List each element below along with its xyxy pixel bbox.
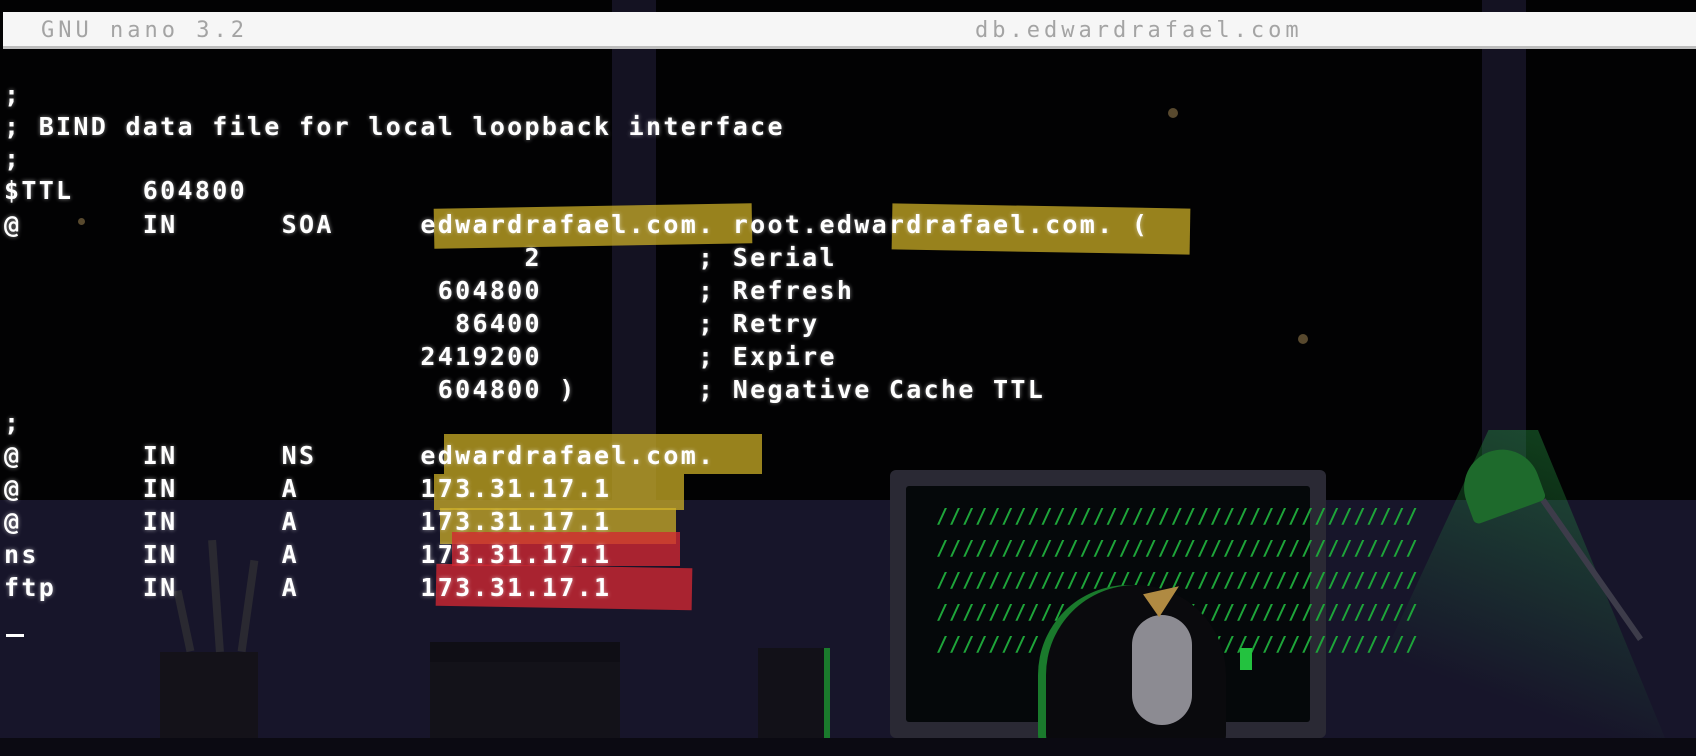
file-line: @ IN NS edwardrafael.com. — [4, 441, 716, 470]
file-line: 604800 ; Refresh — [4, 276, 855, 305]
file-line: ; — [4, 144, 22, 173]
editor-area[interactable]: ; ; BIND data file for local loopback in… — [0, 0, 1696, 756]
file-line: 604800 ) ; Negative Cache TTL — [4, 375, 1046, 404]
file-line: 2419200 ; Expire — [4, 342, 837, 371]
file-line: ; — [4, 80, 22, 109]
file-line: ; — [4, 408, 22, 437]
file-line: ftp IN A 173.31.17.1 — [4, 573, 612, 602]
file-line: $TTL 604800 — [4, 176, 247, 205]
file-line: ; BIND data file for local loopback inte… — [4, 112, 785, 141]
file-line: @ IN A 173.31.17.1 — [4, 474, 612, 503]
file-line: ns IN A 173.31.17.1 — [4, 540, 612, 569]
text-cursor — [6, 634, 24, 637]
file-line: 86400 ; Retry — [4, 309, 820, 338]
file-line: @ IN SOA edwardrafael.com. root.edwardra… — [4, 210, 1150, 239]
file-line: @ IN A 173.31.17.1 — [4, 507, 612, 536]
file-line: 2 ; Serial — [4, 243, 837, 272]
